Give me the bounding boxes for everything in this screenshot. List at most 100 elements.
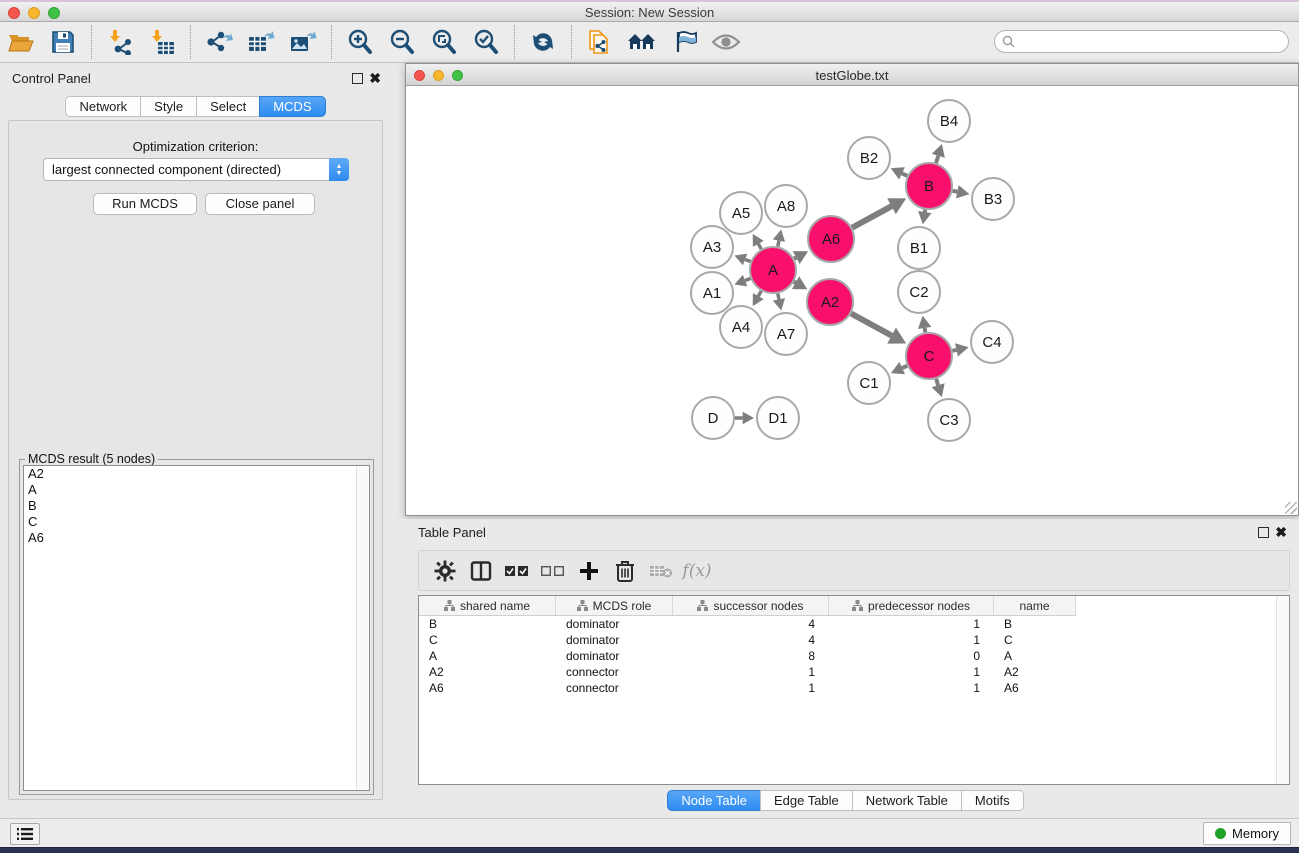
table-row[interactable]: Cdominator41C [419,632,1289,648]
table-cell[interactable]: B [419,616,556,632]
show-eye-icon[interactable] [709,25,743,59]
table-row[interactable]: A2connector11A2 [419,664,1289,680]
graph-edge-A-A8[interactable] [778,241,779,247]
table-cell[interactable]: dominator [556,648,673,664]
table-cell[interactable]: 1 [829,664,994,680]
table-settings-icon[interactable] [430,556,460,586]
show-columns-icon[interactable] [466,556,496,586]
mcds-result-item[interactable]: A [24,482,369,498]
table-cell[interactable]: dominator [556,616,673,632]
table-cell[interactable]: 8 [673,648,829,664]
table-cell[interactable]: connector [556,680,673,696]
graph-edge-C-C4[interactable] [952,350,956,351]
select-all-columns-icon[interactable] [502,556,532,586]
table-scrollbar[interactable] [1276,596,1289,784]
tab-motifs[interactable]: Motifs [961,790,1024,811]
tab-style[interactable]: Style [140,96,197,117]
window-resize-grip[interactable] [1285,502,1297,514]
task-history-button[interactable] [10,823,40,845]
zoom-fit-icon[interactable] [427,25,461,59]
import-network-icon[interactable] [103,25,137,59]
column-header-shared-name[interactable]: shared name [419,596,556,616]
graph-edge-C-C2[interactable] [925,328,926,332]
mcds-result-list[interactable]: A2ABCA6 [23,465,370,791]
table-cell[interactable]: A [994,648,1076,664]
close-panel-icon[interactable]: ✖ [369,70,381,87]
graph-edge-A-A3[interactable] [745,259,750,261]
hide-flag-icon[interactable] [667,25,701,59]
table-cell[interactable]: 4 [673,632,829,648]
graph-edge-C-C3[interactable] [936,379,938,385]
table-cell[interactable]: 1 [673,680,829,696]
zoom-in-icon[interactable] [343,25,377,59]
column-header-name[interactable]: name [994,596,1076,616]
apply-function-icon[interactable]: f(x) [682,556,712,586]
table-cell[interactable]: connector [556,664,673,680]
deselect-all-columns-icon[interactable] [538,556,568,586]
table-float-panel-icon[interactable] [1258,527,1269,538]
table-cell[interactable]: A2 [994,664,1076,680]
network-window-titlebar[interactable]: testGlobe.txt [406,64,1298,86]
table-cell[interactable]: 1 [673,664,829,680]
column-header-successor-nodes[interactable]: successor nodes [673,596,829,616]
table-close-panel-icon[interactable]: ✖ [1275,524,1287,541]
graph-edge-B-B2[interactable] [902,173,907,175]
search-input[interactable] [1019,35,1288,49]
table-cell[interactable]: dominator [556,632,673,648]
graph-edge-A2-C[interactable] [851,313,892,335]
table-cell[interactable]: A6 [994,680,1076,696]
import-table-icon[interactable] [145,25,179,59]
zoom-selected-icon[interactable] [469,25,503,59]
mcds-result-item[interactable]: C [24,514,369,530]
refresh-icon[interactable] [526,25,560,59]
clone-network-icon[interactable] [583,25,617,59]
export-table-icon[interactable] [244,25,278,59]
graph-edge-A-A5[interactable] [758,244,761,249]
table-row[interactable]: Bdominator41B [419,616,1289,632]
home-view-icon[interactable] [625,25,659,59]
export-image-icon[interactable] [286,25,320,59]
table-cell[interactable]: B [994,616,1076,632]
table-cell[interactable]: C [419,632,556,648]
table-cell[interactable]: A [419,648,556,664]
float-panel-icon[interactable] [352,73,363,84]
table-cell[interactable]: 1 [829,680,994,696]
mcds-result-item[interactable]: A6 [24,530,369,546]
delete-column-icon[interactable] [610,556,640,586]
tab-select[interactable]: Select [196,96,260,117]
table-cell[interactable]: 1 [829,616,994,632]
graph-edge-A-A7[interactable] [778,294,779,300]
graph-edge-A-A1[interactable] [745,278,750,280]
criterion-dropdown[interactable]: largest connected component (directed) ▲… [43,158,349,181]
close-panel-button[interactable]: Close panel [205,193,315,215]
table-cell[interactable]: 4 [673,616,829,632]
tab-edge-table[interactable]: Edge Table [760,790,853,811]
graph-edge-B-B3[interactable] [953,191,958,192]
tab-network-table[interactable]: Network Table [852,790,962,811]
tab-node-table[interactable]: Node Table [667,790,761,811]
export-network-icon[interactable] [202,25,236,59]
table-row[interactable]: Adominator80A [419,648,1289,664]
table-row[interactable]: A6connector11A6 [419,680,1289,696]
column-header-MCDS-role[interactable]: MCDS role [556,596,673,616]
graph-edge-C-C1[interactable] [902,366,907,368]
graph-edge-A-A6[interactable] [794,258,796,259]
add-column-icon[interactable] [574,556,604,586]
graph-edge-A-A4[interactable] [758,291,761,296]
graph-edge-A-A2[interactable] [794,282,796,283]
open-session-icon[interactable] [4,25,38,59]
zoom-out-icon[interactable] [385,25,419,59]
mcds-result-item[interactable]: B [24,498,369,514]
table-cell[interactable]: A6 [419,680,556,696]
node-table[interactable]: shared nameMCDS rolesuccessor nodesprede… [418,595,1290,785]
table-cell[interactable]: 0 [829,648,994,664]
graph-edge-B-B4[interactable] [936,156,938,163]
memory-button[interactable]: Memory [1203,822,1291,845]
result-list-scrollbar[interactable] [356,466,369,790]
graph-edge-A6-B[interactable] [852,206,891,227]
table-cell[interactable]: 1 [829,632,994,648]
run-mcds-button[interactable]: Run MCDS [93,193,197,215]
save-session-icon[interactable] [46,25,80,59]
tab-network[interactable]: Network [65,96,141,117]
table-cell[interactable]: A2 [419,664,556,680]
